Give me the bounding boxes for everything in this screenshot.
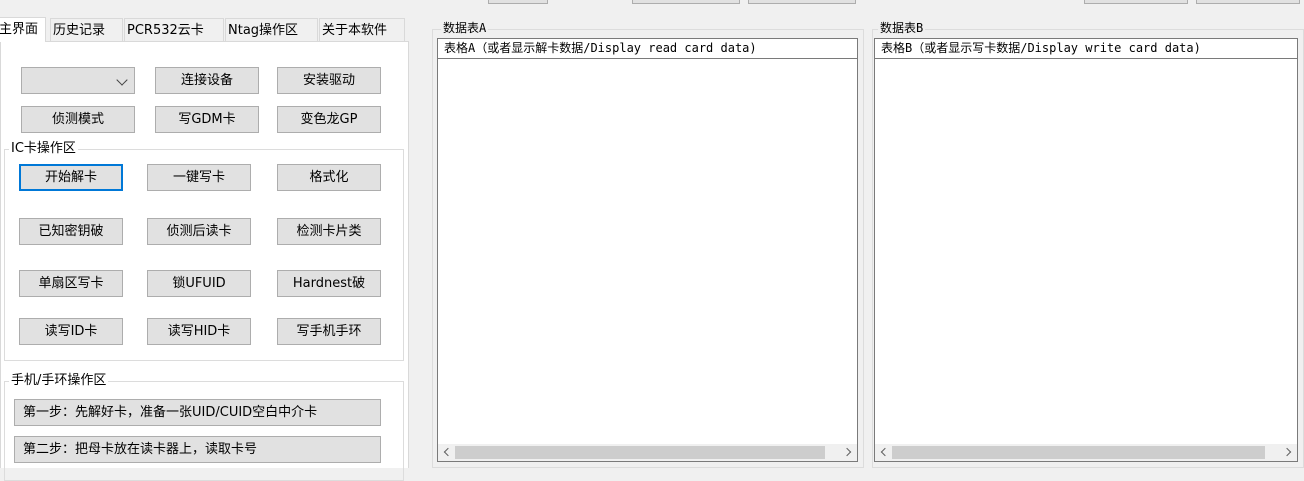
single-sector-write-button[interactable]: 单扇区写卡 bbox=[19, 270, 123, 297]
table-b-list[interactable]: 表格B（或者显示写卡数据/Display write card data) bbox=[874, 38, 1298, 462]
read-after-sniff-button[interactable]: 侦测后读卡 bbox=[147, 218, 251, 245]
device-select[interactable] bbox=[21, 67, 135, 94]
main-tab-panel: 连接设备 安装驱动 侦测模式 写GDM卡 变色龙GP IC卡操作区 开始解卡 一… bbox=[0, 41, 409, 481]
chevron-left-icon[interactable] bbox=[875, 444, 892, 461]
rw-id-card-button[interactable]: 读写ID卡 bbox=[19, 318, 123, 345]
format-button[interactable]: 格式化 bbox=[277, 164, 381, 191]
tab-ntag[interactable]: Ntag操作区 bbox=[225, 18, 318, 42]
rw-hid-card-button[interactable]: 读写HID卡 bbox=[147, 318, 251, 345]
top-toolbar-button-1[interactable] bbox=[488, 0, 548, 4]
sniff-mode-button[interactable]: 侦测模式 bbox=[21, 106, 135, 133]
phone-band-group-title: 手机/手环操作区 bbox=[9, 373, 109, 389]
table-a-list[interactable]: 表格A（或者显示解卡数据/Display read card data) bbox=[437, 38, 858, 462]
table-b-title: 数据表B bbox=[878, 20, 926, 36]
one-click-write-button[interactable]: 一键写卡 bbox=[147, 164, 251, 191]
tab-history[interactable]: 历史记录 bbox=[50, 18, 123, 42]
install-driver-button[interactable]: 安装驱动 bbox=[277, 67, 381, 94]
detect-card-type-button[interactable]: 检测卡片类 bbox=[277, 218, 381, 245]
top-toolbar-button-3[interactable] bbox=[748, 0, 856, 4]
step1-button[interactable]: 第一步：先解好卡，准备一张UID/CUID空白中介卡 bbox=[14, 399, 381, 426]
top-toolbar-button-4[interactable] bbox=[1084, 0, 1188, 4]
chevron-left-icon[interactable] bbox=[438, 444, 455, 461]
table-a-scroll-thumb[interactable] bbox=[455, 446, 825, 459]
chevron-right-icon[interactable] bbox=[840, 444, 857, 461]
table-b-scroll-thumb[interactable] bbox=[892, 446, 1265, 459]
step2-button[interactable]: 第二步：把母卡放在读卡器上，读取卡号 bbox=[14, 436, 381, 463]
tab-pcr532-cloud[interactable]: PCR532云卡 bbox=[124, 18, 224, 42]
table-a-header[interactable]: 表格A（或者显示解卡数据/Display read card data) bbox=[438, 39, 857, 59]
connect-device-button[interactable]: 连接设备 bbox=[155, 67, 259, 94]
table-b-hscrollbar[interactable] bbox=[875, 444, 1297, 461]
chevron-right-icon[interactable] bbox=[1280, 444, 1297, 461]
tab-about[interactable]: 关于本软件 bbox=[319, 18, 405, 42]
known-key-crack-button[interactable]: 已知密钥破 bbox=[19, 218, 123, 245]
chevron-down-icon bbox=[116, 74, 128, 86]
write-phone-band-button[interactable]: 写手机手环 bbox=[277, 318, 381, 345]
start-decode-button[interactable]: 开始解卡 bbox=[19, 164, 123, 191]
lock-ufuid-button[interactable]: 锁UFUID bbox=[147, 270, 251, 297]
table-a-hscrollbar[interactable] bbox=[438, 444, 857, 461]
ic-card-group-title: IC卡操作区 bbox=[9, 141, 78, 157]
table-b-header[interactable]: 表格B（或者显示写卡数据/Display write card data) bbox=[875, 39, 1297, 59]
hardnest-crack-button[interactable]: Hardnest破 bbox=[277, 270, 381, 297]
write-gdm-button[interactable]: 写GDM卡 bbox=[155, 106, 259, 133]
tab-main[interactable]: 主界面 bbox=[0, 17, 46, 42]
phone-band-group bbox=[4, 381, 404, 481]
top-toolbar-button-2[interactable] bbox=[632, 0, 740, 4]
table-a-title: 数据表A bbox=[441, 20, 489, 36]
chameleon-gp-button[interactable]: 变色龙GP bbox=[277, 106, 381, 133]
top-toolbar-button-5[interactable] bbox=[1196, 0, 1300, 4]
